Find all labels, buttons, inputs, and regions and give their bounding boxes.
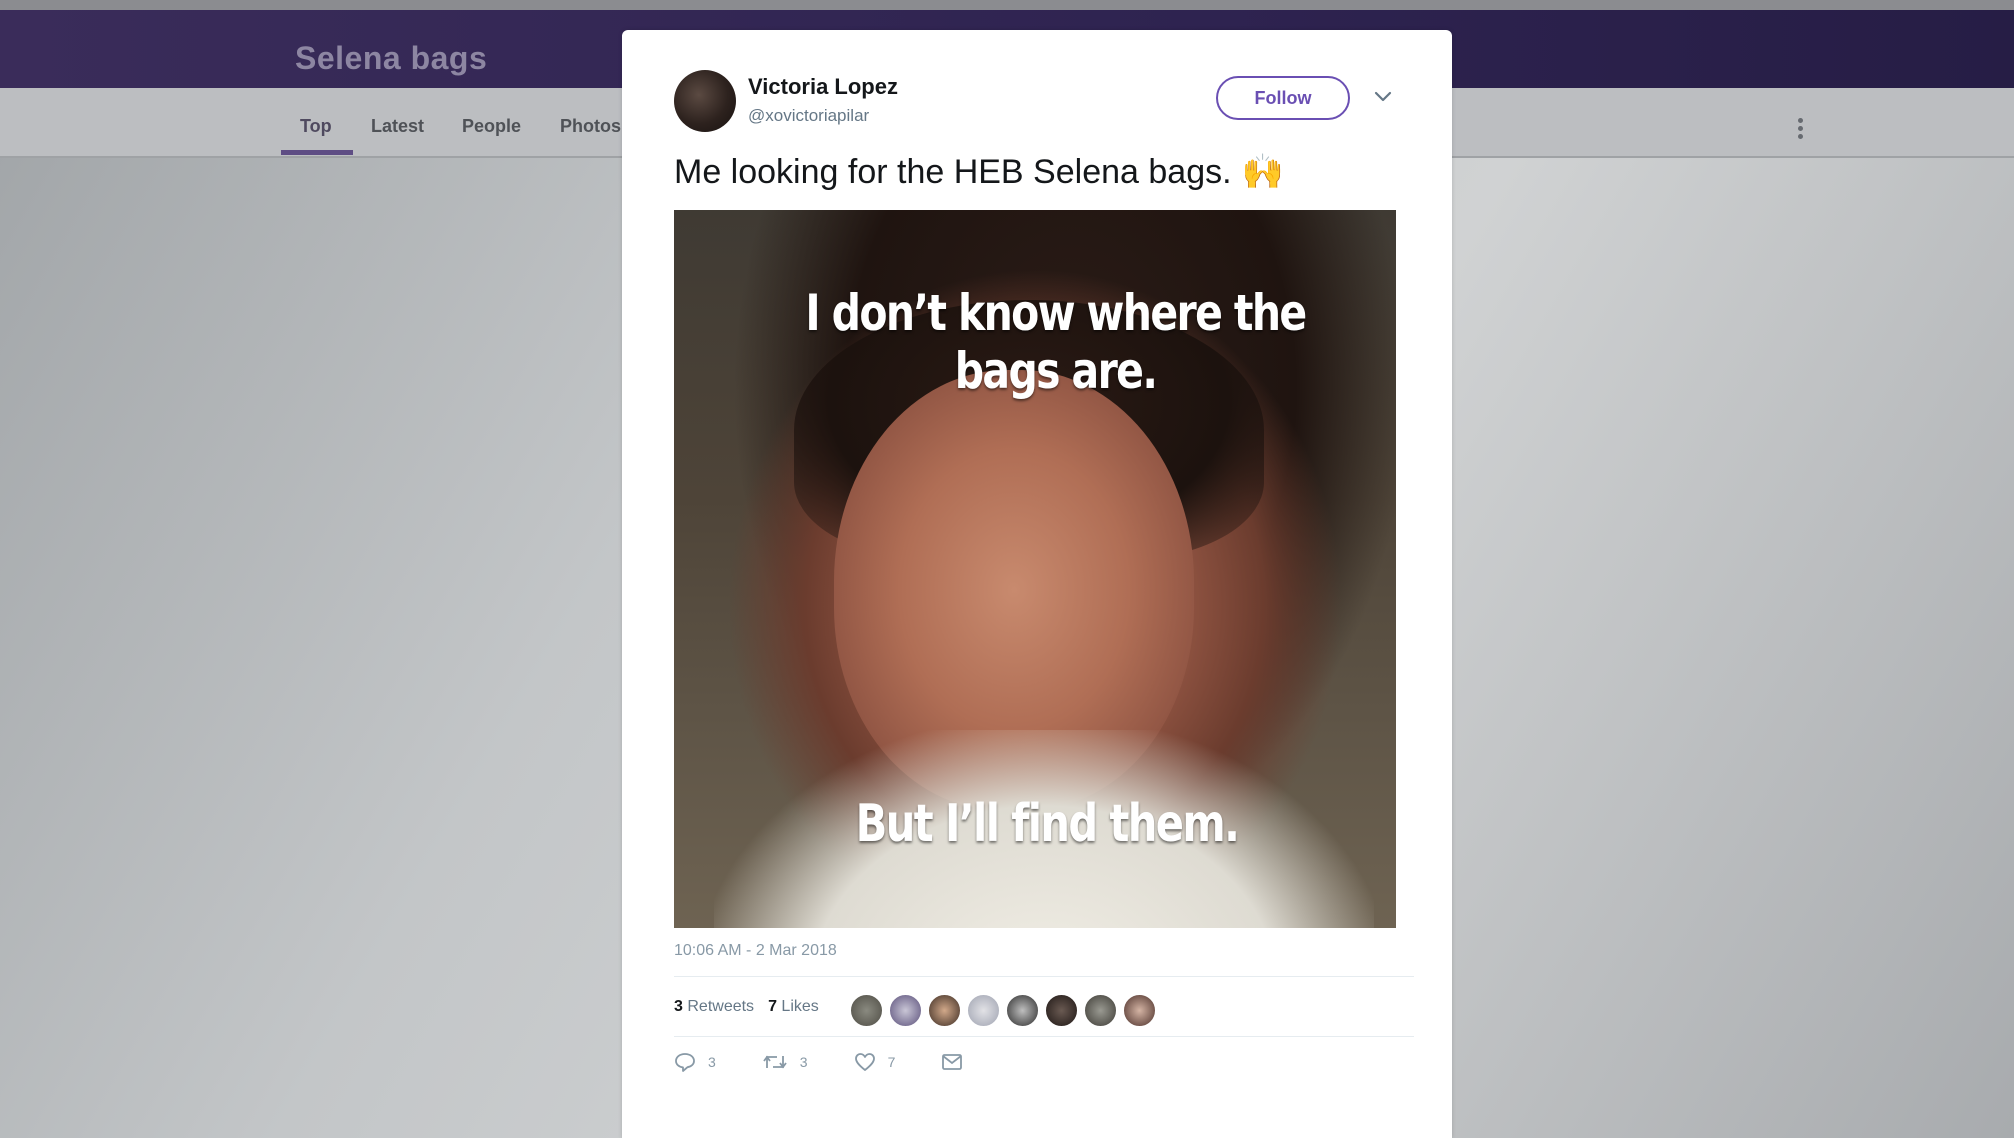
- likes-count: 7: [768, 998, 777, 1015]
- liker-avatars: [850, 994, 1156, 1027]
- retweets-label: Retweets: [687, 998, 755, 1015]
- tab-people[interactable]: People: [462, 116, 521, 137]
- heart-icon: [854, 1053, 875, 1071]
- envelope-icon: [942, 1054, 963, 1070]
- likes-label: Likes: [781, 998, 819, 1015]
- avatar[interactable]: [889, 994, 922, 1027]
- avatar[interactable]: [1045, 994, 1078, 1027]
- tab-top[interactable]: Top: [300, 116, 332, 137]
- tweet-stats: 3 Retweets 7 Likes: [674, 998, 819, 1016]
- active-tab-indicator: [281, 150, 353, 155]
- like-count: 7: [887, 1054, 896, 1070]
- follow-button[interactable]: Follow: [1216, 76, 1350, 120]
- tweet-text: Me looking for the HEB Selena bags. 🙌: [674, 152, 1284, 192]
- retweet-icon: [763, 1055, 787, 1069]
- tab-photos[interactable]: Photos: [560, 116, 621, 137]
- meme-caption-top: I don’t know where the bags are.: [805, 284, 1307, 400]
- search-query-title: Selena bags: [295, 40, 488, 76]
- like-button[interactable]: 7: [854, 1052, 896, 1072]
- tweet-card: Victoria Lopez @xovictoriapilar Follow M…: [622, 30, 1452, 1138]
- tweet-actions: 3 3 7: [674, 1052, 1021, 1072]
- user-handle[interactable]: @xovictoriapilar: [748, 106, 869, 126]
- divider: [674, 1036, 1414, 1037]
- avatar[interactable]: [674, 70, 736, 132]
- retweets-stat[interactable]: 3 Retweets: [674, 998, 754, 1016]
- tab-latest[interactable]: Latest: [371, 116, 424, 137]
- retweets-count: 3: [674, 998, 683, 1015]
- retweet-count: 3: [799, 1054, 808, 1070]
- avatar[interactable]: [1123, 994, 1156, 1027]
- retweet-button[interactable]: 3: [762, 1052, 808, 1072]
- tweet-text-body: Me looking for the HEB Selena bags.: [674, 153, 1232, 191]
- avatar[interactable]: [850, 994, 883, 1027]
- raising-hands-icon: 🙌: [1241, 153, 1284, 191]
- reply-icon: [675, 1053, 695, 1072]
- divider: [674, 976, 1414, 977]
- avatar[interactable]: [967, 994, 1000, 1027]
- avatar[interactable]: [1084, 994, 1117, 1027]
- reply-count: 3: [708, 1054, 716, 1070]
- tweet-timestamp[interactable]: 10:06 AM - 2 Mar 2018: [674, 942, 837, 960]
- reply-button[interactable]: 3: [674, 1052, 716, 1072]
- meme-caption-bottom: But I’ll find them.: [855, 794, 1240, 854]
- likes-stat[interactable]: 7 Likes: [768, 998, 819, 1016]
- user-name[interactable]: Victoria Lopez: [748, 74, 898, 100]
- direct-message-button[interactable]: [941, 1053, 975, 1071]
- chevron-down-icon[interactable]: [1374, 90, 1392, 104]
- monitor-bezel: [0, 0, 2014, 10]
- avatar[interactable]: [1006, 994, 1039, 1027]
- tweet-media-image[interactable]: I don’t know where the bags are. But I’l…: [674, 210, 1396, 928]
- more-vertical-icon[interactable]: [1796, 118, 1804, 142]
- avatar[interactable]: [928, 994, 961, 1027]
